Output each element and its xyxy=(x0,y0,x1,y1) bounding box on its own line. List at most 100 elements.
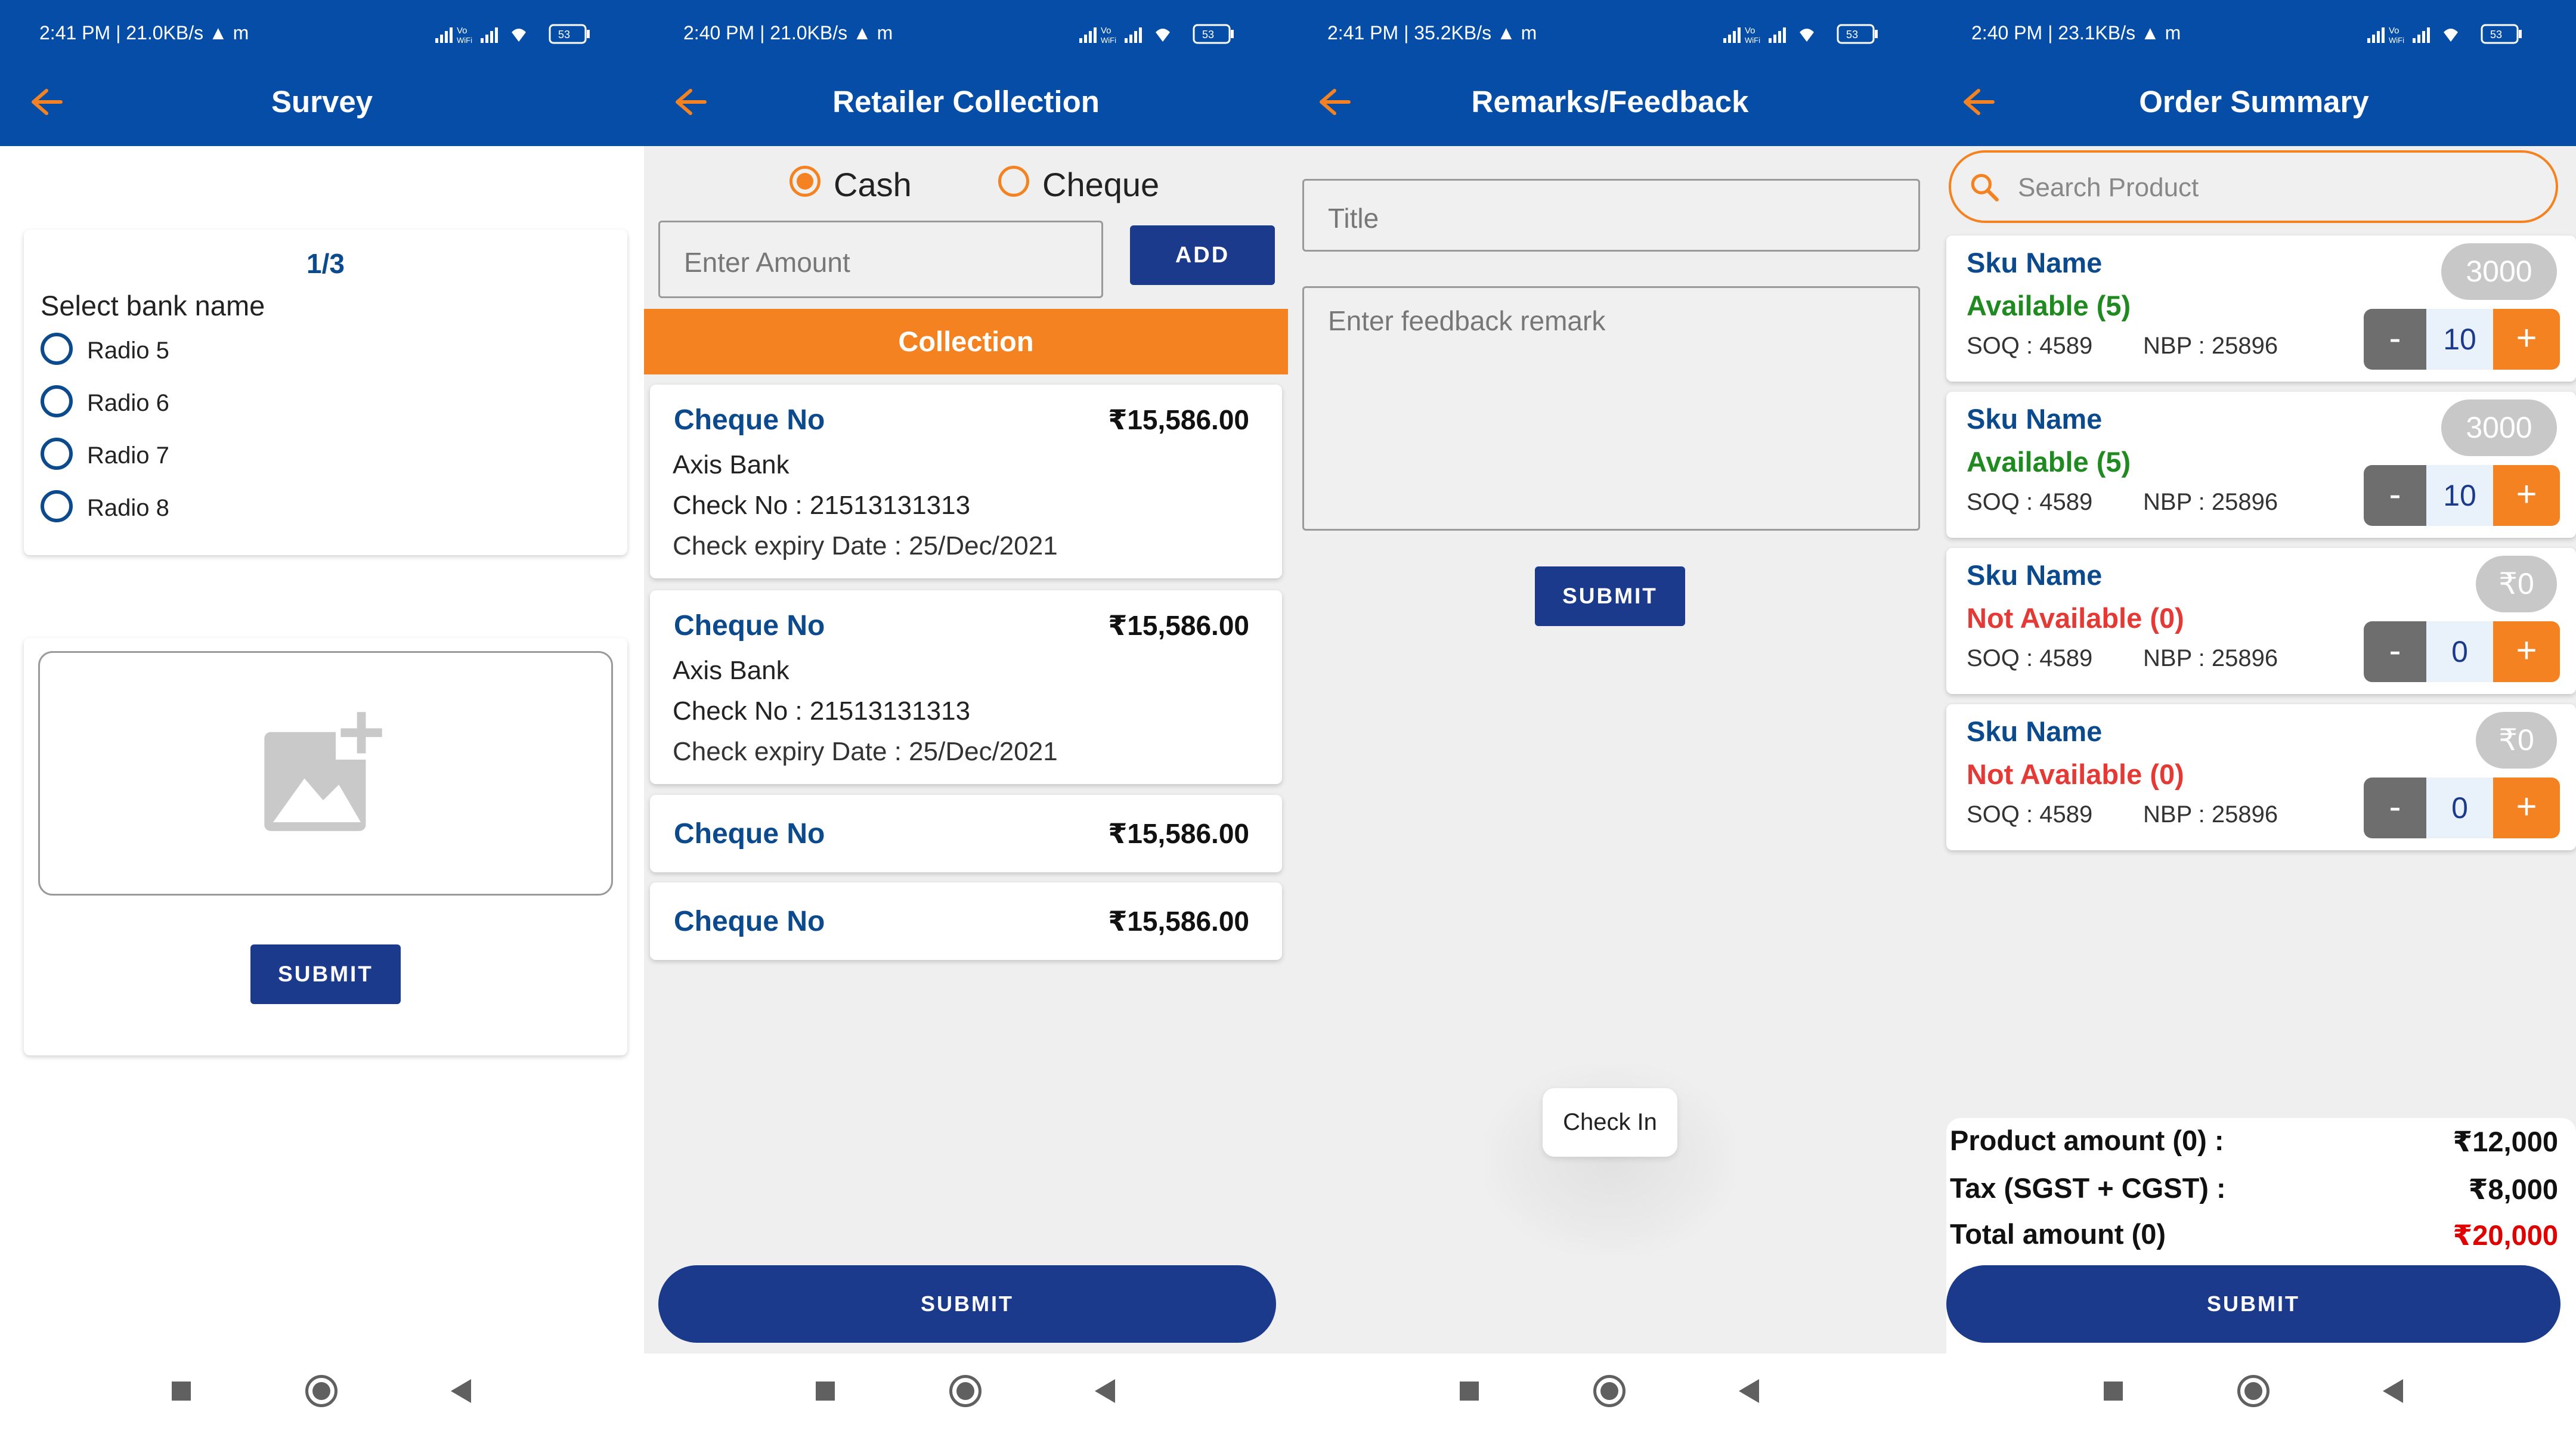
increment-button[interactable]: + xyxy=(2493,621,2560,682)
sku-name: Sku Name xyxy=(1967,247,2103,278)
status-time: 2:40 PM | 21.0KB/s ▲ m xyxy=(683,22,893,44)
feedback-remark-input[interactable]: Enter feedback remark xyxy=(1302,286,1920,531)
recent-apps-button[interactable] xyxy=(816,1382,835,1401)
svg-text:Vo: Vo xyxy=(1101,26,1111,36)
status-time: 2:41 PM | 21.0KB/s ▲ m xyxy=(39,22,249,44)
status-bar: 2:40 PM | 21.0KB/s ▲ m Vo WiFi 53 xyxy=(644,0,1288,72)
quantity-value[interactable]: 10 xyxy=(2426,465,2493,526)
increment-button[interactable]: + xyxy=(2493,465,2560,526)
tax-value: ₹8,000 xyxy=(2468,1173,2558,1205)
title-input[interactable]: Title xyxy=(1302,179,1920,252)
cheque-expiry: Check expiry Date : 25/Dec/2021 xyxy=(673,737,1058,766)
cash-label: Cash xyxy=(834,166,912,203)
soq-value: SOQ : 4589 xyxy=(1967,645,2093,671)
product-card[interactable]: Sku Name Available (5) SOQ : 4589 NBP : … xyxy=(1946,236,2576,382)
soq-value: SOQ : 4589 xyxy=(1967,489,2093,515)
payment-mode-cheque[interactable]: Cheque xyxy=(998,161,1177,203)
svg-text:WiFi: WiFi xyxy=(457,36,472,45)
submit-button[interactable]: SUBMIT xyxy=(658,1265,1276,1343)
amount-placeholder: Enter Amount xyxy=(684,247,850,278)
svg-text:53: 53 xyxy=(558,29,570,41)
product-amount-value: ₹12,000 xyxy=(2453,1126,2558,1157)
radio-option[interactable]: Radio 6 xyxy=(41,385,279,421)
feedback-body: Title Enter feedback remark SUBMIT Check… xyxy=(1288,146,1932,1353)
submit-button[interactable]: SUBMIT xyxy=(250,944,401,1004)
cheque-bank: Axis Bank xyxy=(673,656,789,685)
cheque-card[interactable]: Cheque No ₹15,586.00 xyxy=(650,795,1282,872)
cheque-title: Cheque No xyxy=(674,610,825,642)
increment-button[interactable]: + xyxy=(2493,309,2560,370)
submit-button[interactable]: SUBMIT xyxy=(1946,1265,2560,1343)
home-button[interactable] xyxy=(1593,1375,1626,1407)
decrement-button[interactable]: - xyxy=(2364,621,2426,682)
page-title: Order Summary xyxy=(2139,85,2369,119)
svg-text:53: 53 xyxy=(1846,29,1858,41)
total-amount-value: ₹20,000 xyxy=(2453,1219,2558,1251)
decrement-button[interactable]: - xyxy=(2364,778,2426,838)
quantity-value[interactable]: 10 xyxy=(2426,309,2493,370)
page-title: Remarks/Feedback xyxy=(1471,85,1749,119)
back-button[interactable] xyxy=(2383,1379,2403,1403)
radio-option[interactable]: Radio 8 xyxy=(41,490,279,526)
recent-apps-button[interactable] xyxy=(2104,1382,2123,1401)
cheque-card[interactable]: Cheque No ₹15,586.00 Axis Bank Check No … xyxy=(650,590,1282,784)
screen-survey: 2:41 PM | 21.0KB/s ▲ m Vo WiFi 53 Survey… xyxy=(0,0,644,1431)
submit-button[interactable]: SUBMIT xyxy=(1535,566,1685,626)
home-button[interactable] xyxy=(305,1375,338,1407)
status-bar: 2:40 PM | 23.1KB/s ▲ m Vo WiFi 53 xyxy=(1932,0,2576,72)
svg-text:Vo: Vo xyxy=(2389,26,2399,36)
recent-apps-button[interactable] xyxy=(1460,1382,1479,1401)
screen-retailer-collection: 2:40 PM | 21.0KB/s ▲ m Vo WiFi 53 Retail… xyxy=(644,0,1288,1431)
radio-button[interactable] xyxy=(41,438,73,470)
quantity-value[interactable]: 0 xyxy=(2426,621,2493,682)
product-card[interactable]: Sku Name Not Available (0) SOQ : 4589 NB… xyxy=(1946,704,2576,850)
title-placeholder: Title xyxy=(1328,203,1379,234)
amount-input[interactable]: Enter Amount xyxy=(658,221,1103,298)
status-time: 2:40 PM | 23.1KB/s ▲ m xyxy=(1971,22,2181,44)
add-button[interactable]: ADD xyxy=(1130,225,1275,285)
search-icon xyxy=(1971,174,1999,202)
cheque-card[interactable]: Cheque No ₹15,586.00 Axis Bank Check No … xyxy=(650,385,1282,578)
radio-button[interactable] xyxy=(41,490,73,522)
price-badge: ₹0 xyxy=(2476,712,2557,769)
status-bar: 2:41 PM | 21.0KB/s ▲ m Vo WiFi 53 xyxy=(0,0,644,72)
radio-button[interactable] xyxy=(41,385,73,417)
back-button[interactable] xyxy=(451,1379,471,1403)
decrement-button[interactable]: - xyxy=(2364,309,2426,370)
home-button[interactable] xyxy=(2237,1375,2270,1407)
radio-option[interactable]: Radio 5 xyxy=(41,333,279,368)
product-card[interactable]: Sku Name Not Available (0) SOQ : 4589 NB… xyxy=(1946,548,2576,694)
tax-label: Tax (SGST + CGST) : xyxy=(1950,1172,2226,1204)
nav-bar xyxy=(1288,1353,1932,1431)
home-button[interactable] xyxy=(949,1375,982,1407)
payment-mode-cash[interactable]: Cash xyxy=(789,161,945,203)
product-card[interactable]: Sku Name Available (5) SOQ : 4589 NBP : … xyxy=(1946,392,2576,538)
cheque-label: Cheque xyxy=(1042,166,1160,203)
radio-label: Radio 8 xyxy=(87,495,169,521)
back-button[interactable] xyxy=(1095,1379,1115,1403)
cheque-amount: ₹15,586.00 xyxy=(1108,818,1249,849)
svg-text:Vo: Vo xyxy=(457,26,467,36)
quantity-value[interactable]: 0 xyxy=(2426,778,2493,838)
image-upload-box[interactable] xyxy=(38,651,613,896)
collection-header: Collection xyxy=(644,309,1288,374)
radio-button-selected[interactable] xyxy=(789,166,821,197)
decrement-button[interactable]: - xyxy=(2364,465,2426,526)
radio-button[interactable] xyxy=(998,166,1029,197)
back-button[interactable] xyxy=(1739,1379,1759,1403)
search-box[interactable]: Search Product xyxy=(1949,150,2558,223)
price-badge: ₹0 xyxy=(2476,556,2557,612)
total-amount-label: Total amount (0) xyxy=(1950,1218,2166,1250)
cheque-card[interactable]: Cheque No ₹15,586.00 xyxy=(650,882,1282,960)
soq-value: SOQ : 4589 xyxy=(1967,801,2093,828)
availability-status: Not Available (0) xyxy=(1967,602,2184,634)
radio-option[interactable]: Radio 7 xyxy=(41,438,279,473)
nav-bar xyxy=(1932,1353,2576,1431)
cheque-amount: ₹15,586.00 xyxy=(1108,906,1249,937)
screen-remarks-feedback: 2:41 PM | 35.2KB/s ▲ m Vo WiFi 53 Remark… xyxy=(1288,0,1932,1431)
recent-apps-button[interactable] xyxy=(172,1382,191,1401)
radio-button[interactable] xyxy=(41,333,73,365)
sku-name: Sku Name xyxy=(1967,715,2103,747)
sku-name: Sku Name xyxy=(1967,559,2103,591)
increment-button[interactable]: + xyxy=(2493,778,2560,838)
